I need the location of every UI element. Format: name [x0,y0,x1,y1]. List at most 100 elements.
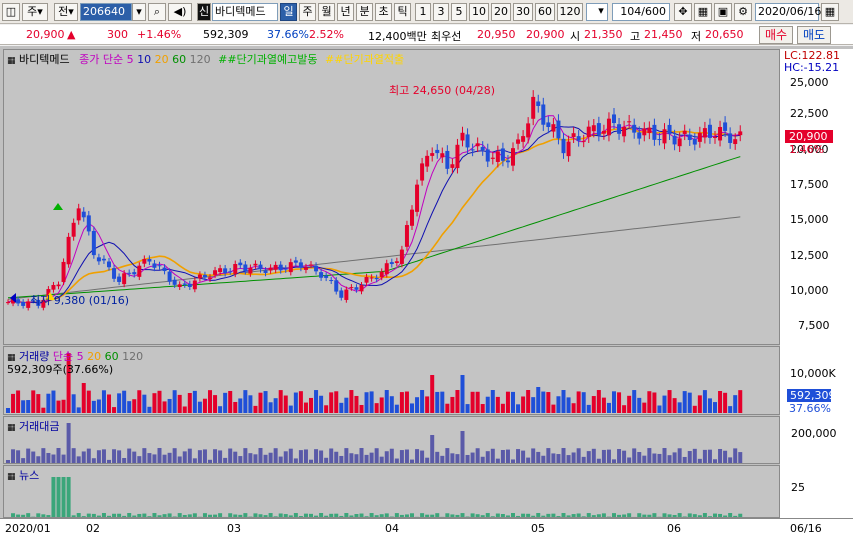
candle-body [697,132,702,142]
news-bar [46,515,51,517]
amount-bar [480,456,485,463]
candle-body [283,268,288,270]
candle-body [359,285,364,292]
volume-bar [91,400,96,413]
volume-bar [76,407,81,413]
volume-bar [31,390,36,413]
candle-body [420,163,425,181]
amount-bar [425,457,430,463]
amount-bar [718,448,723,463]
candle-body [177,284,182,287]
news-bar [101,513,106,517]
news-bar [526,513,531,517]
candle-body [96,257,101,262]
amount-bar [475,448,480,463]
candle-body [475,143,480,147]
volume-bar [667,390,672,413]
tick-15000: 15,000 [790,213,829,226]
candle-body [349,287,354,289]
volume-bar [480,404,485,413]
amount-bar [723,450,728,463]
news-bar [36,513,41,517]
volume-bar [394,404,399,413]
amount-bar [223,457,228,463]
news-bar [541,515,546,517]
news-bar [682,516,687,517]
candle-body [571,133,576,138]
news-bar [697,515,702,517]
news-tick: 25 [791,481,805,494]
news-bar [303,513,308,517]
volume-bar [728,406,733,413]
volume-bar [420,390,425,413]
volume-bar [622,405,627,413]
volume-bar [192,390,197,413]
amount-bar [404,449,409,463]
candle-body [389,262,394,265]
amount-bar [26,448,31,463]
candle-body [637,132,642,139]
amount-bar [627,457,632,463]
volume-bar [248,395,253,413]
news-legend: ▦ 뉴스 [7,467,39,483]
amount-legend: ▦ 거래대금 [7,418,60,434]
candle-body [122,273,127,285]
news-bar [617,514,622,517]
amount-bar [268,452,273,463]
news-bar [314,515,319,517]
news-bar [51,477,56,517]
amount-bar [521,450,526,463]
volume-bar [56,400,61,413]
candle-body [303,267,308,270]
legend-stock-name: 바디텍메드 [19,53,70,66]
news-bar [601,513,606,517]
amount-bar [379,456,384,463]
amount-bar [450,453,455,463]
candle-body [465,134,470,148]
news-bar [243,513,248,517]
candle-body [243,264,248,272]
tick-12500: 12,500 [790,249,829,262]
amount-bar [384,451,389,463]
amount-bar [445,448,450,463]
news-bar [511,513,515,517]
amount-bar [137,456,142,463]
amount-bar [591,448,596,463]
ma20-line [7,127,741,304]
candle-body [718,126,723,141]
news-bar [384,513,389,517]
volume-bar [495,396,500,413]
amount-bar [713,459,717,463]
amount-bar [51,454,56,463]
amount-bar [41,448,46,463]
volume-bar [733,395,738,413]
news-bar [293,513,298,517]
amount-bar [617,449,622,463]
volume-bar [500,403,505,413]
candle-body [162,267,167,272]
volume-bar [16,390,21,413]
candle-body [677,138,682,147]
news-bar [26,513,31,517]
amount-bar [359,448,364,463]
volume-bar [445,403,450,413]
volume-bar [521,396,526,413]
candle-body [612,114,616,124]
news-bar [233,514,238,517]
news-bar [435,513,440,517]
amount-bar [96,450,101,463]
volume-ma120: 120 [122,350,144,363]
candle-body [324,275,329,278]
news-bar [622,514,627,517]
news-bar [157,515,162,517]
candle-body [137,265,142,277]
amount-bar [258,448,263,463]
volume-bar [167,398,172,413]
amount-bar [218,450,223,463]
volume-bar [223,392,228,413]
amount-bar [46,452,51,463]
candle-body [319,272,324,278]
volume-bar [637,397,642,413]
volume-bar [682,391,687,413]
news-bar [718,513,723,517]
